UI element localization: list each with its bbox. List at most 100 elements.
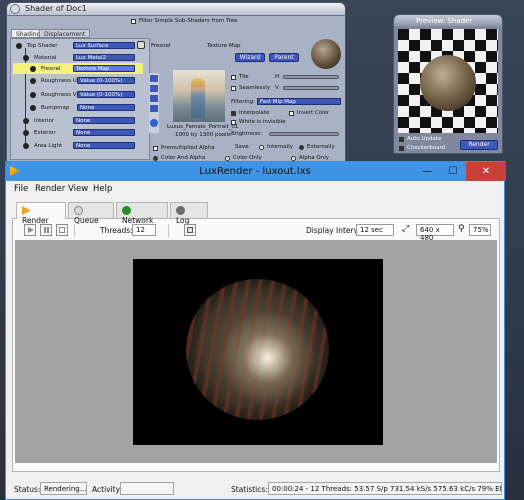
internally-radio[interactable] bbox=[259, 145, 264, 150]
rendered-sphere bbox=[186, 279, 329, 420]
tab-displacement[interactable]: Displacement bbox=[39, 29, 91, 38]
tab-queue[interactable]: Queue bbox=[68, 202, 114, 225]
area-light-dropdown[interactable]: None bbox=[73, 142, 135, 149]
menu-file[interactable]: File bbox=[14, 184, 28, 194]
lux-titlebar[interactable]: LuxRender - luxout.lxs — ☐ ✕ bbox=[6, 162, 506, 181]
load-image-icon[interactable] bbox=[150, 75, 158, 82]
shader-titlebar[interactable]: Shader of Doc1 bbox=[7, 3, 345, 16]
tree-node-icon bbox=[30, 105, 36, 111]
filtering-dropdown[interactable]: Fast Mip Map bbox=[257, 98, 341, 105]
texture-thumbnail bbox=[173, 70, 225, 122]
threads-spinner[interactable]: 12 bbox=[132, 224, 156, 236]
copy-button[interactable] bbox=[184, 224, 196, 236]
status-value: Rendering... bbox=[44, 485, 87, 493]
white-invisible-label: White is invisible bbox=[239, 119, 286, 125]
fresnel-dropdown[interactable]: Texture Map bbox=[73, 65, 135, 72]
interior-dropdown[interactable]: None bbox=[73, 117, 135, 124]
remove-image-icon[interactable] bbox=[150, 105, 158, 112]
tab-render[interactable]: Render bbox=[16, 202, 66, 225]
info-icon[interactable] bbox=[150, 119, 158, 127]
render-preview-button[interactable]: Render bbox=[460, 140, 498, 150]
lock-icon[interactable] bbox=[137, 41, 145, 49]
material-dropdown[interactable]: Lux Metal2 bbox=[73, 54, 135, 61]
tree-node-icon bbox=[23, 143, 29, 149]
resize-icon[interactable]: ⤢ bbox=[402, 224, 409, 234]
premultiplied-checkbox[interactable] bbox=[153, 146, 158, 151]
tree-label-bumpmap: Bumpmap bbox=[41, 105, 70, 111]
zoom-box[interactable]: 75% bbox=[469, 224, 491, 236]
minimize-icon[interactable]: — bbox=[414, 162, 440, 181]
close-window-icon[interactable]: ✕ bbox=[466, 162, 506, 181]
white-invisible-checkbox[interactable] bbox=[231, 120, 236, 125]
stop-button[interactable] bbox=[56, 224, 68, 236]
resolution-box[interactable]: 640 x 480 bbox=[416, 224, 454, 242]
pause-icon bbox=[44, 227, 46, 233]
threads-value: 12 bbox=[136, 226, 145, 234]
fresnel-label: Fresnel bbox=[151, 43, 171, 49]
zoom-icon[interactable]: ⚲ bbox=[458, 224, 465, 234]
network-tab-icon bbox=[122, 206, 131, 215]
checkerboard-checkbox[interactable] bbox=[399, 146, 404, 151]
checkerboard-label: Checkerboard bbox=[407, 145, 446, 151]
v-slider[interactable] bbox=[283, 86, 339, 90]
image-name: Luxus_Female_Portrait_01 bbox=[167, 124, 239, 130]
statistics-label: Statistics: bbox=[231, 485, 268, 494]
roughness-v-dropdown[interactable]: Value (0-100%) bbox=[77, 91, 135, 98]
internally-label: Internally bbox=[267, 144, 293, 150]
bumpmap-dropdown[interactable]: None bbox=[77, 104, 135, 111]
menu-help[interactable]: Help bbox=[93, 184, 112, 194]
top-shader-dropdown[interactable]: Lux Surface bbox=[73, 42, 135, 49]
auto-update-checkbox[interactable] bbox=[399, 137, 404, 142]
tab-log[interactable]: Log bbox=[170, 202, 208, 225]
seamlessly-checkbox[interactable] bbox=[231, 86, 236, 91]
shader-window: Shader of Doc1 Filter Simple Sub-Shaders… bbox=[6, 2, 346, 164]
display-interval-spinner[interactable]: 12 sec bbox=[356, 224, 394, 236]
tree-label-fresnel: Fresnel bbox=[41, 66, 61, 72]
h-slider[interactable] bbox=[283, 75, 339, 79]
tile-checkbox[interactable] bbox=[231, 75, 236, 80]
exterior-dropdown[interactable]: None bbox=[73, 129, 135, 136]
brightness-label: Brightness: bbox=[231, 131, 263, 137]
brightness-slider[interactable] bbox=[269, 132, 339, 136]
close-icon[interactable] bbox=[10, 4, 20, 14]
tree-label-roughness-v: Roughness V bbox=[41, 92, 77, 98]
menu-render[interactable]: Render bbox=[35, 184, 65, 194]
tab-network[interactable]: Network bbox=[116, 202, 168, 225]
tree-node-icon bbox=[23, 130, 29, 136]
tree-label-area-light: Area Light bbox=[34, 143, 63, 149]
render-tab-icon bbox=[22, 206, 31, 215]
activity-field bbox=[120, 482, 174, 495]
save-label: Save: bbox=[235, 144, 251, 150]
preview-title: Preview: Shader bbox=[416, 17, 473, 25]
shader-title: Shader of Doc1 bbox=[25, 4, 87, 13]
queue-tab-icon bbox=[74, 206, 83, 215]
texture-map-label: Texture Map bbox=[207, 43, 241, 49]
status-field: Rendering... bbox=[40, 482, 87, 495]
menu-view[interactable]: View bbox=[68, 184, 88, 194]
render-viewport[interactable] bbox=[15, 240, 497, 463]
parent-button[interactable]: Parent bbox=[269, 53, 299, 62]
invert-color-checkbox[interactable] bbox=[289, 111, 294, 116]
wizard-button[interactable]: Wizard bbox=[235, 53, 265, 62]
tree-node-icon bbox=[30, 78, 36, 84]
seamlessly-label: Seamlessly bbox=[239, 85, 271, 91]
pause-button[interactable] bbox=[40, 224, 52, 236]
reload-icon[interactable] bbox=[150, 95, 158, 102]
pause-icon-bar bbox=[47, 227, 49, 233]
tree-node-icon bbox=[30, 66, 36, 72]
play-button[interactable] bbox=[24, 224, 36, 236]
filter-checkbox[interactable] bbox=[131, 19, 136, 24]
externally-radio[interactable] bbox=[299, 145, 304, 150]
filter-label: Filter Simple Sub-Shaders from Tree bbox=[139, 18, 238, 24]
maximize-icon[interactable]: ☐ bbox=[440, 162, 466, 181]
roughness-u-dropdown[interactable]: Value (0-100%) bbox=[77, 77, 135, 84]
status-label: Status: bbox=[14, 485, 41, 494]
preview-titlebar[interactable]: Preview: Shader bbox=[394, 15, 502, 26]
tree-node-icon bbox=[16, 43, 22, 49]
edit-image-icon[interactable] bbox=[150, 85, 158, 92]
tile-label: Tile bbox=[239, 74, 249, 80]
interpolate-checkbox[interactable] bbox=[231, 111, 236, 116]
tree-label-top-shader: Top Shader bbox=[27, 43, 58, 49]
premultiplied-label: Premultiplied Alpha bbox=[161, 145, 215, 151]
render-image bbox=[133, 259, 383, 445]
